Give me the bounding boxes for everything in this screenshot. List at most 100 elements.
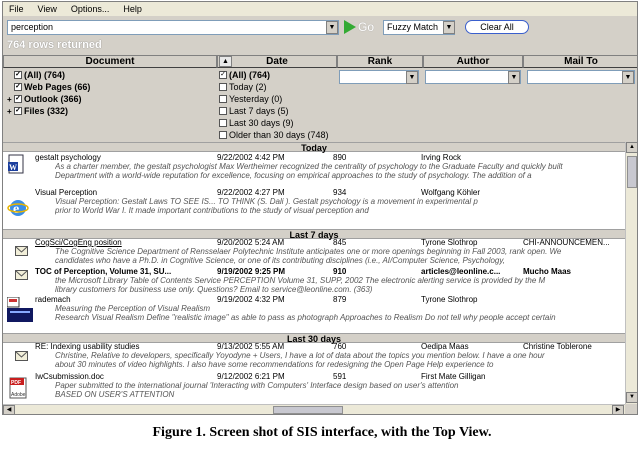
scroll-right-icon[interactable]: ▶ [612,405,624,414]
vertical-scroll-thumb[interactable] [627,156,637,188]
result-title[interactable]: IwCsubmission.doc [35,372,215,381]
document-filter-label: Outlook (366) [24,94,82,104]
result-title[interactable]: RE: Indexing usability studies [35,342,215,351]
checkbox[interactable]: ✓ [14,71,22,79]
date-filter-item[interactable]: ✓ (All) (764) [219,70,270,80]
result-title[interactable]: CogSci/CogEng position [35,238,215,247]
email-envelope-icon [15,351,28,361]
row-count: 764 rows returned [7,39,102,51]
result-mail-to: CHI-ANNOUNCEMEN... [523,238,610,247]
sort-ascending-icon[interactable]: ▲ [219,56,232,67]
go-label: Go [358,20,375,34]
column-header-mail-to[interactable]: Mail To [523,55,637,68]
result-rank: 760 [333,342,347,351]
horizontal-scrollbar[interactable]: ◀ ▶ [3,404,625,414]
checkbox[interactable] [219,83,227,91]
result-snippet: BASED ON USER'S ATTENTION [55,390,175,399]
date-filter-label: Last 7 days (5) [229,106,289,116]
chevron-down-icon: ▼ [622,71,634,84]
expand-plus-icon[interactable]: + [7,107,14,116]
menu-view[interactable]: View [38,4,57,14]
rank-filter-select[interactable]: ▼ [339,70,419,84]
result-date: 9/19/2002 9:25 PM [217,267,286,276]
date-filter-item[interactable]: Last 7 days (5) [219,106,289,116]
author-filter-select[interactable]: ▼ [425,70,521,84]
powerpoint-thumbnail-icon [7,297,33,322]
result-snippet: Christine, Relative to developers, speci… [55,351,545,360]
column-header-document[interactable]: Document [3,55,217,68]
checkbox[interactable] [219,131,227,139]
document-filter-item[interactable]: ✓ Web Pages (66) [7,82,90,92]
date-filter-item[interactable]: Last 30 days (9) [219,118,294,128]
result-title[interactable]: rademach [35,295,215,304]
query-history-dropdown-icon[interactable]: ▼ [326,21,338,34]
checkbox[interactable] [219,119,227,127]
result-author: articles@leonline.c... [421,267,501,276]
scroll-up-icon[interactable]: ▲ [626,142,637,153]
document-filter-item[interactable]: ✓ (All) (764) [7,70,65,80]
date-filter-label: Yesterday (0) [229,94,283,104]
word-document-icon: W [8,154,24,174]
pdf-document-icon: PDF Adobe [9,377,27,399]
checkbox[interactable]: ✓ [219,71,227,79]
result-author: First Mate Gilligan [421,372,486,381]
mail-to-filter-select[interactable]: ▼ [527,70,635,84]
result-snippet: As a charter member, the gestalt psychol… [55,162,563,171]
result-snippet: about 30 minutes of video highlights. I … [55,360,494,369]
result-date: 9/12/2002 6:21 PM [217,372,285,381]
vertical-scrollbar[interactable]: ▲ ▼ [625,142,637,404]
result-snippet: prior to World War I. It made important … [55,206,369,215]
expand-plus-icon[interactable]: + [7,95,14,104]
menu-bar: File View Options... Help [3,2,637,16]
column-header-rank[interactable]: Rank [337,55,423,68]
result-rank: 910 [333,267,347,276]
clear-all-button[interactable]: Clear All [465,20,529,34]
result-snippet: The Cognitive Science Department of Rens… [55,247,562,256]
email-envelope-icon [15,270,28,280]
result-mail-to: Mucho Maas [523,267,572,276]
search-input[interactable]: perception [7,20,339,35]
document-filter-item[interactable]: + ✓ Files (332) [7,106,68,116]
date-filter-label: Older than 30 days (748) [229,130,329,140]
svg-text:PDF: PDF [11,380,21,386]
result-date: 9/22/2002 4:27 PM [217,188,285,197]
play-arrow-icon [344,20,356,34]
menu-help[interactable]: Help [123,4,142,14]
group-header-today[interactable]: Today [3,142,625,153]
menu-options[interactable]: Options... [71,4,110,14]
result-rank: 879 [333,295,347,304]
chevron-down-icon: ▼ [406,71,418,84]
svg-text:W: W [9,163,17,172]
result-snippet: Visual Perception: Gestalt Laws TO SEE I… [55,197,478,206]
horizontal-scroll-thumb[interactable] [273,406,343,414]
scroll-left-icon[interactable]: ◀ [3,405,15,414]
result-title[interactable]: TOC of Perception, Volume 31, SU... [35,267,215,276]
go-button[interactable]: Go [344,19,380,35]
checkbox[interactable]: ✓ [14,95,22,103]
date-filter-label: Last 30 days (9) [229,118,294,128]
result-title[interactable]: gestalt psychology [35,153,215,162]
checkbox[interactable] [219,95,227,103]
column-header-date[interactable]: Date [217,55,337,68]
menu-file[interactable]: File [9,4,24,14]
date-filter-item[interactable]: Yesterday (0) [219,94,282,104]
scroll-down-icon[interactable]: ▼ [626,392,637,403]
document-filter-item[interactable]: + ✓ Outlook (366) [7,94,82,104]
internet-explorer-icon: e [7,200,29,217]
result-title[interactable]: Visual Perception [35,188,215,197]
checkbox[interactable]: ✓ [14,107,22,115]
result-rank: 845 [333,238,347,247]
date-filter-item[interactable]: Today (2) [219,82,267,92]
checkbox[interactable]: ✓ [14,83,22,91]
date-filter-item[interactable]: Older than 30 days (748) [219,130,329,140]
result-author: Oedipa Maas [421,342,469,351]
search-toolbar: perception ▼ Go Fuzzy Match ▼ Clear All [3,17,637,37]
result-snippet: candidates who have a Ph.D. in Cognitive… [55,256,506,265]
document-filter-label: Files (332) [24,106,69,116]
match-mode-dropdown-icon[interactable]: ▼ [443,21,455,34]
result-snippet: Research Visual Realism Define "realisti… [55,313,556,322]
checkbox[interactable] [219,107,227,115]
chevron-down-icon: ▼ [508,71,520,84]
column-header-author[interactable]: Author [423,55,523,68]
document-filter-label: Web Pages (66) [24,82,91,92]
